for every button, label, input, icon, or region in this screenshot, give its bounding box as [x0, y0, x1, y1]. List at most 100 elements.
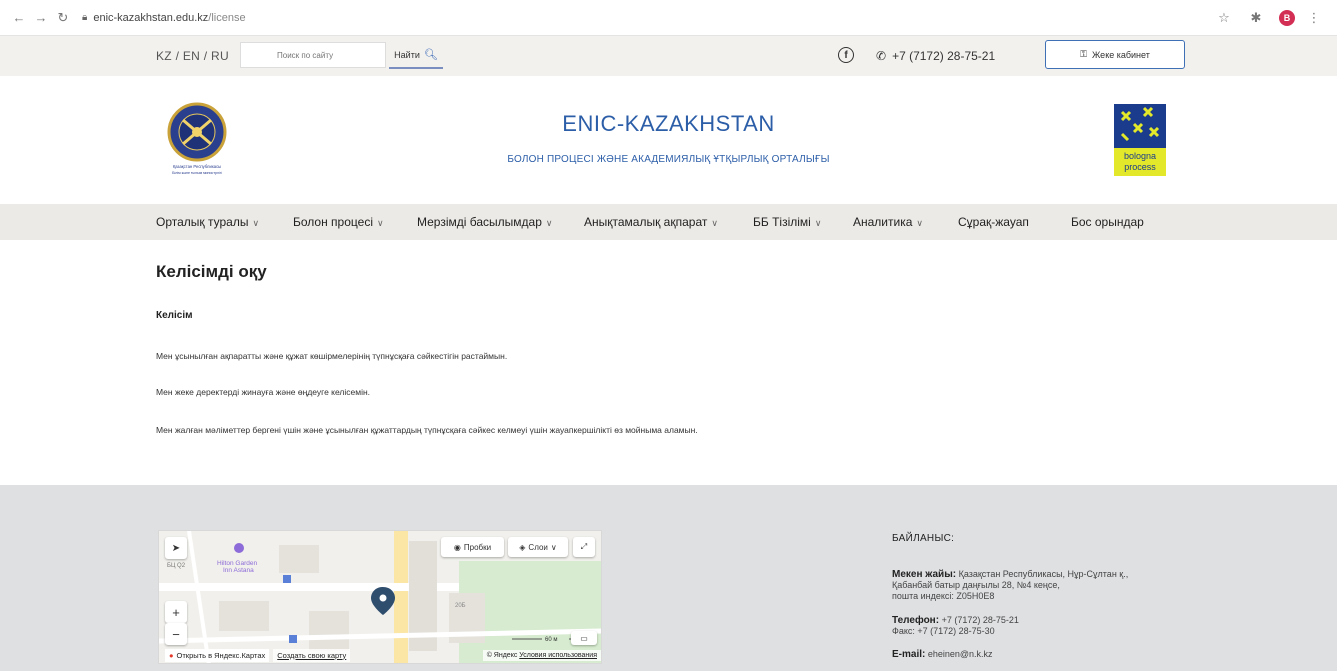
- map-marker-icon: ●: [169, 650, 174, 660]
- chevron-down-icon: ∨: [711, 218, 718, 228]
- fullscreen-icon[interactable]: ⤢: [573, 537, 595, 557]
- open-in-yandex-maps-link[interactable]: ● Открыть в Яндекс.Картах: [165, 648, 270, 662]
- profile-avatar[interactable]: B: [1279, 9, 1295, 26]
- map-building-number: 20Б: [455, 603, 466, 609]
- chevron-down-icon: ∨: [545, 218, 553, 228]
- layers-button[interactable]: ◈ Слои ∨: [508, 537, 568, 557]
- back-icon[interactable]: ←: [10, 9, 28, 27]
- personal-cabinet-button[interactable]: ⚿ Жеке кабинет: [1045, 40, 1185, 69]
- bologna-line2: process: [1124, 162, 1156, 172]
- nav-item-reference-info[interactable]: Анықтамалық ақпарат ∨: [584, 215, 718, 229]
- header-phone-number: +7 (7172) 28-75-21: [892, 49, 996, 63]
- nav-item-label: Анықтамалық ақпарат: [584, 215, 708, 229]
- yandex-map[interactable]: Hilton Garden Inn Astana БЦ Q2 20Б 60 м …: [158, 530, 602, 664]
- utility-bar: KZ / EN / RU Найти 🔍︎ f ✆ +7 (7172) 28-75…: [0, 36, 1337, 76]
- map-poi-label: Hilton Garden: [217, 560, 257, 567]
- chevron-down-icon: ∨: [814, 218, 822, 228]
- traffic-label: Пробки: [463, 542, 492, 552]
- address-text: Қабанбай батыр даңғылы 28, №4 кеңсе,: [892, 580, 1060, 590]
- url-path: /license: [208, 11, 246, 24]
- nav-item-faq[interactable]: Сұрақ-жауап: [958, 215, 1029, 229]
- browser-toolbar: ← → ↻ 🔒︎ enic-kazakhstan.edu.kz/license …: [0, 0, 1337, 36]
- address-label: Мекен жайы:: [892, 569, 957, 580]
- site-footer: Hilton Garden Inn Astana БЦ Q2 20Б 60 м …: [0, 485, 1337, 671]
- zoom-in-icon[interactable]: +: [165, 601, 187, 623]
- footer-phone[interactable]: +7 (7172) 28-75-21: [942, 615, 1019, 625]
- agreement-paragraph: Мен ұсынылған ақпаратты және құжат көшір…: [156, 351, 508, 361]
- main-navigation: Орталық туралы ∨ Болон процесі ∨ Мерзімді …: [0, 204, 1337, 240]
- section-heading: Келісім: [156, 310, 193, 321]
- map-scale-label: 60 м: [545, 637, 557, 643]
- agreement-paragraph: Мен жалған мәліметтер бергені үшін және …: [156, 425, 698, 435]
- chevron-down-icon: ∨: [252, 218, 260, 228]
- footer-email[interactable]: eheinen@n.k.kz: [928, 649, 993, 659]
- address-bar[interactable]: 🔒︎ enic-kazakhstan.edu.kz/license: [82, 7, 1205, 29]
- reload-icon[interactable]: ↻: [54, 9, 72, 27]
- url-host: enic-kazakhstan.edu.kz: [93, 11, 209, 24]
- address-block: Мекен жайы: Қазақстан Республикасы, Нұр-…: [892, 569, 1192, 602]
- map-building-label: БЦ Q2: [167, 563, 186, 569]
- ruler-icon[interactable]: ▭: [571, 631, 597, 645]
- nav-item-analytics[interactable]: Аналитика ∨: [853, 215, 923, 229]
- search-input[interactable]: [240, 42, 386, 68]
- chevron-down-icon: ∨: [376, 218, 384, 228]
- key-icon: ⚿: [1080, 49, 1087, 59]
- bologna-line1: bologna: [1124, 151, 1156, 161]
- geolocate-icon[interactable]: ➤: [165, 537, 187, 559]
- lock-icon: 🔒︎: [82, 12, 88, 23]
- page-title: Келісімді оқу: [156, 262, 267, 281]
- search-icon: 🔍︎: [423, 49, 438, 61]
- zoom-out-icon[interactable]: −: [165, 623, 187, 645]
- phone-label: Телефон:: [892, 615, 940, 626]
- header-phone[interactable]: ✆ +7 (7172) 28-75-21: [876, 49, 995, 63]
- forward-icon[interactable]: →: [32, 9, 50, 27]
- address-text: Қазақстан Республикасы, Нұр-Сұлтан қ.,: [958, 569, 1129, 579]
- layers-icon: ◈: [519, 542, 526, 552]
- nav-item-label: Бос орындар: [1071, 215, 1144, 229]
- bologna-process-logo[interactable]: bologna process: [1114, 104, 1166, 176]
- agreement-paragraph: Мен жеке деректерді жинауға және өңдеуге…: [156, 387, 371, 397]
- nav-item-periodicals[interactable]: Мерзімді басылымдар ∨: [417, 215, 552, 229]
- nav-item-label: Орталық туралы: [156, 215, 249, 229]
- cabinet-label: Жеке кабинет: [1091, 49, 1150, 60]
- search-button-label: Найти: [394, 49, 420, 60]
- emblem-caption-2: Білім және ғылым министрлігі: [172, 171, 222, 175]
- nav-item-label: Болон процесі: [293, 215, 373, 229]
- extensions-icon[interactable]: ✱: [1247, 9, 1265, 27]
- terms-link[interactable]: Условия использования: [519, 652, 597, 659]
- bookmark-star-icon[interactable]: ☆: [1215, 9, 1233, 27]
- layers-label: Слои: [528, 542, 548, 552]
- search-button[interactable]: Найти 🔍︎: [389, 42, 443, 69]
- create-map-link[interactable]: Создать свою карту: [273, 648, 351, 662]
- chevron-down-icon: ∨: [916, 218, 923, 228]
- nav-item-registry[interactable]: ББ Тізілімі ∨: [753, 215, 821, 229]
- nav-item-label: Мерзімді басылымдар: [417, 215, 542, 229]
- footer-fax: Факс: +7 (7172) 28-75-30: [892, 626, 995, 636]
- open-link-label: Открыть в Яндекс.Картах: [176, 650, 266, 660]
- language-switcher[interactable]: KZ / EN / RU: [156, 49, 229, 63]
- email-label: E-mail:: [892, 649, 926, 660]
- traffic-button[interactable]: ◉ Пробки: [441, 537, 504, 557]
- copyright-text: © Яндекс: [486, 651, 518, 659]
- phone-block: Телефон: +7 (7172) 28-75-21 Факс: +7 (71…: [892, 615, 1192, 637]
- nav-item-label: Аналитика: [853, 215, 913, 229]
- contacts-block: БАЙЛАНЫС: Мекен жайы: Қазақстан Республи…: [892, 533, 1192, 660]
- phone-icon: ✆: [876, 49, 887, 63]
- traffic-light-icon: ◉: [453, 542, 461, 552]
- postal-index: пошта индексі: Z05H0E8: [892, 591, 995, 601]
- main-content: Келісімді оқу Келісім Мен ұсынылған ақпа…: [0, 240, 1337, 488]
- facebook-icon[interactable]: f: [838, 47, 854, 63]
- nav-item-label: ББ Тізілімі: [753, 215, 811, 229]
- email-block: E-mail: eheinen@n.k.kz: [892, 649, 1192, 660]
- nav-item-vacancies[interactable]: Бос орындар: [1071, 215, 1144, 229]
- chevron-down-icon: ∨: [550, 542, 557, 552]
- nav-item-bologna-process[interactable]: Болон процесі ∨: [293, 215, 384, 229]
- site-header: Қазақстан Республикасы Білім және ғылым …: [0, 76, 1337, 204]
- map-poi-label: Inn Astana: [223, 567, 254, 574]
- map-footer: ● Открыть в Яндекс.Картах Создать свою ка…: [159, 647, 601, 663]
- menu-kebab-icon[interactable]: ⋮: [1305, 9, 1323, 27]
- nav-item-about[interactable]: Орталық туралы ∨: [156, 215, 259, 229]
- nav-item-label: Сұрақ-жауап: [958, 215, 1029, 229]
- contacts-heading: БАЙЛАНЫС:: [892, 533, 955, 544]
- map-copyright: © Яндекс Условия использования: [482, 649, 601, 661]
